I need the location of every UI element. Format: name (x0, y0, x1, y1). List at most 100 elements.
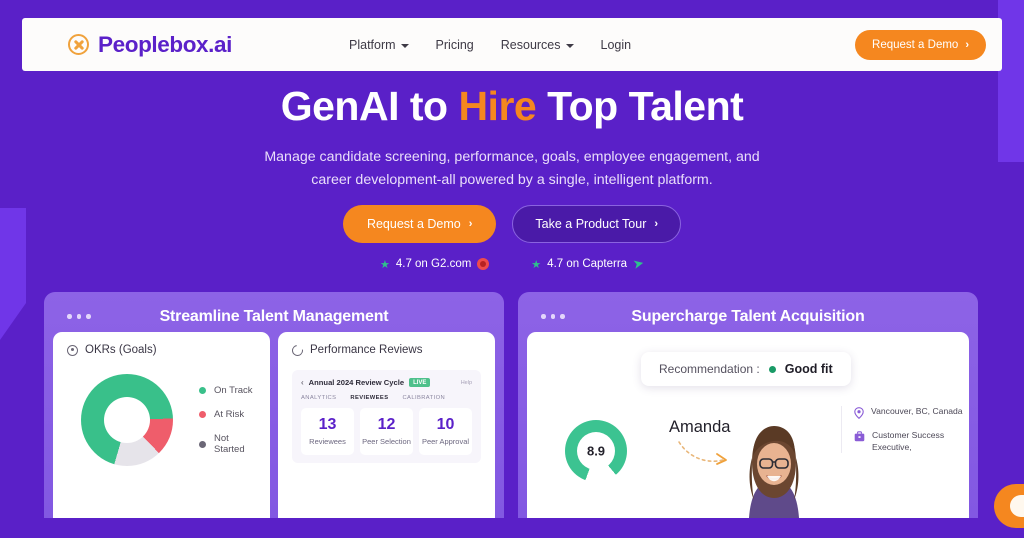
rating-g2[interactable]: ★ 4.7 on G2.com (379, 256, 490, 272)
review-stats: 13 Reviewees 12 Peer Selection 10 Peer A… (301, 408, 472, 456)
feature-card-talent-acquisition: Supercharge Talent Acquisition Recommend… (518, 292, 978, 518)
status-dot-icon (768, 365, 776, 373)
nav-item-pricing-label: Pricing (435, 37, 474, 52)
legend-label: On Track (214, 385, 253, 396)
target-icon (67, 344, 78, 356)
okr-chart-wrap: On Track At Risk Not Started (67, 374, 256, 466)
chat-widget-icon[interactable] (994, 484, 1024, 528)
nav-item-resources[interactable]: Resources (501, 38, 574, 52)
rating-capterra-label: 4.7 on Capterra (547, 258, 628, 270)
tab-analytics[interactable]: ANALYTICS (301, 395, 336, 401)
cycle-refresh-icon (289, 342, 306, 358)
candidate-location-row: Vancouver, BC, Canada (854, 406, 967, 419)
stat-reviewees: 13 Reviewees (301, 408, 354, 456)
stat-value: 12 (377, 416, 396, 433)
review-help-link[interactable]: Help (461, 380, 472, 386)
hero-product-tour-label: Take a Product Tour (535, 217, 647, 231)
hero-request-demo-label: Request a Demo (366, 217, 461, 231)
legend-dot-icon (199, 387, 206, 394)
hero-product-tour-button[interactable]: Take a Product Tour › (512, 205, 682, 243)
card-body: OKRs (Goals) On Track At Risk Not Starte… (53, 332, 495, 518)
hero-title-part2: Top Talent (536, 83, 744, 129)
chevron-right-icon: › (654, 218, 659, 230)
star-icon: ★ (531, 258, 542, 271)
location-pin-icon (854, 407, 864, 419)
legend-item-not-started: Not Started (199, 433, 256, 455)
candidate-score-donut: 8.9 (565, 420, 627, 482)
panel-performance-reviews: Performance Reviews ‹ Annual 2024 Review… (278, 332, 495, 518)
stat-peer-approval: 10 Peer Approval (419, 408, 472, 456)
nav-item-platform-label: Platform (349, 37, 396, 52)
recommendation-value: Good fit (784, 362, 833, 376)
hero-title-part1: GenAI to (280, 83, 459, 129)
stat-value: 10 (436, 416, 455, 433)
nav-item-resources-label: Resources (500, 37, 561, 52)
briefcase-icon (854, 431, 865, 442)
brand-name: Peoplebox.ai (98, 31, 232, 57)
review-cycle-header: ‹ Annual 2024 Review Cycle LIVE Help (301, 378, 472, 387)
rating-capterra[interactable]: ★ 4.7 on Capterra ➤ (531, 255, 646, 272)
nav-item-login[interactable]: Login (601, 38, 632, 52)
back-chevron-icon[interactable]: ‹ (301, 378, 304, 387)
page-root: Peoplebox.ai Platform Pricing Resources … (0, 0, 1024, 538)
hero-subtitle-line1: Manage candidate screening, performance,… (264, 149, 760, 166)
ratings-row: ★ 4.7 on G2.com ★ 4.7 on Capterra ➤ (0, 255, 1024, 272)
chevron-down-icon (565, 43, 574, 48)
candidate-location-text: Vancouver, BC, Canada (871, 406, 963, 416)
panel-title-okrs-label: OKRs (Goals) (85, 344, 157, 356)
nav-item-platform[interactable]: Platform (349, 38, 409, 52)
chevron-down-icon (400, 43, 409, 48)
panel-okrs: OKRs (Goals) On Track At Risk Not Starte… (53, 332, 270, 518)
nav-item-login-label: Login (600, 37, 632, 52)
stat-value: 13 (318, 416, 337, 433)
status-badge: LIVE (409, 378, 431, 387)
dotted-arrow-icon (678, 441, 727, 465)
panel-title-performance-reviews: Performance Reviews (289, 342, 481, 358)
feature-card-talent-management: Streamline Talent Management OKRs (Goals… (44, 292, 504, 518)
hero-title-accent: Hire (458, 83, 537, 129)
legend-dot-icon (199, 411, 206, 418)
legend-dot-icon (199, 440, 206, 448)
nav-item-pricing[interactable]: Pricing (436, 38, 474, 52)
candidate-name: Amanda (669, 418, 731, 436)
tab-calibration[interactable]: CALIBRATION (402, 395, 445, 401)
tab-reviewees[interactable]: REVIEWEES (350, 395, 388, 401)
nav-request-demo-button[interactable]: Request a Demo › (855, 29, 986, 60)
brand-logo[interactable]: Peoplebox.ai (68, 32, 232, 58)
card-header: Streamline Talent Management (53, 301, 495, 332)
hero-cta-row: Request a Demo › Take a Product Tour › (0, 205, 1024, 243)
legend-item-at-risk: At Risk (199, 409, 256, 420)
nav-request-demo-label: Request a Demo (872, 38, 959, 51)
legend-item-on-track: On Track (199, 385, 256, 396)
page-title: GenAI to Hire Top Talent (0, 83, 1024, 129)
chevron-right-icon: › (468, 218, 473, 230)
card-title-talent-acquisition: Supercharge Talent Acquisition (631, 307, 865, 325)
hero-section: GenAI to Hire Top Talent Manage candidat… (0, 83, 1024, 192)
panel-title-reviews-label: Performance Reviews (310, 344, 423, 356)
rating-g2-label: 4.7 on G2.com (395, 258, 472, 270)
candidate-role-row: Customer Success Executive, (854, 430, 967, 453)
g2-logo-icon (477, 258, 490, 270)
card-body: Recommendation : Good fit 8.9 Amanda Van… (527, 332, 969, 518)
review-cycle-name: Annual 2024 Review Cycle (308, 378, 405, 387)
legend-label: Not Started (214, 433, 245, 455)
candidate-role-text: Customer Success Executive, (872, 430, 945, 452)
star-icon: ★ (379, 258, 390, 271)
capterra-logo-icon: ➤ (631, 255, 646, 272)
hero-subtitle: Manage candidate screening, performance,… (0, 146, 1024, 192)
candidate-tags: Vancouver, BC, Canada Customer Success E… (841, 406, 967, 454)
stat-label: Peer Approval (421, 437, 470, 446)
card-header: Supercharge Talent Acquisition (527, 301, 969, 332)
stat-label: Peer Selection (362, 437, 411, 446)
candidate-avatar (735, 414, 813, 518)
stat-peer-selection: 12 Peer Selection (360, 408, 413, 456)
recommendation-banner: Recommendation : Good fit (641, 352, 851, 386)
hero-subtitle-line2: career development-all powered by a sing… (311, 172, 713, 189)
card-title-talent-management: Streamline Talent Management (159, 307, 389, 325)
peoplebox-logo-icon (68, 34, 89, 55)
hero-request-demo-button[interactable]: Request a Demo › (342, 205, 497, 243)
chevron-right-icon: › (965, 38, 969, 51)
review-cycle-widget: ‹ Annual 2024 Review Cycle LIVE Help ANA… (292, 370, 481, 464)
stat-label: Reviewees (309, 437, 346, 446)
nav-links: Platform Pricing Resources Login (349, 38, 631, 52)
